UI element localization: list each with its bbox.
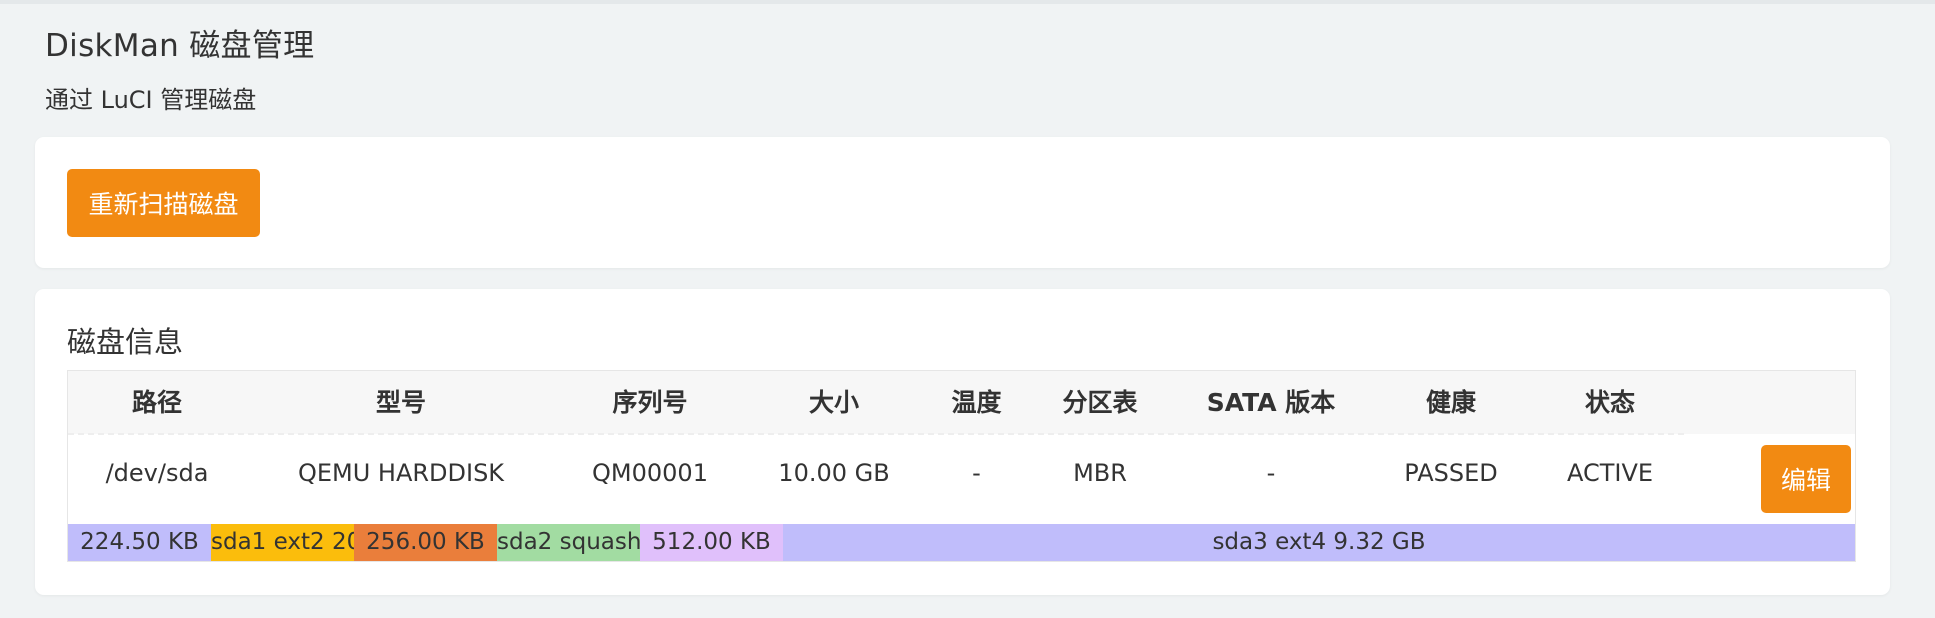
cell-path: /dev/sda [105, 459, 209, 487]
column-header-temperature: 温度 [951, 388, 1002, 417]
partition-segment[interactable]: sda1 ext2 20 [211, 524, 354, 561]
cell-serial: QM00001 [592, 459, 708, 487]
column-header-health: 健康 [1425, 388, 1476, 417]
column-header-sata-version: SATA 版本 [1206, 388, 1336, 417]
cell-size: 10.00 GB [778, 459, 890, 487]
column-header-serial: 序列号 [612, 388, 688, 417]
cell-health: PASSED [1404, 459, 1498, 487]
partition-segment[interactable]: 512.00 KB [640, 524, 783, 561]
column-header-path: 路径 [131, 388, 182, 417]
cell-temperature: - [972, 459, 981, 487]
section-title-disk-info: 磁盘信息 [67, 325, 184, 359]
disk-info-card: 磁盘信息 路径 型号 序列号 大小 温度 分区表 SATA 版本 健康 状态 /… [35, 289, 1890, 595]
partition-bar: 224.50 KB sda1 ext2 20 256.00 KB sda2 squas… [68, 524, 1855, 561]
partition-segment[interactable]: 256.00 KB [354, 524, 497, 561]
page-description: 通过 LuCI 管理磁盘 [45, 86, 257, 114]
partition-segment[interactable]: sda3 ext4 9.32 GB [783, 524, 1855, 561]
partition-segment[interactable]: 224.50 KB [68, 524, 211, 561]
rescan-card: 重新扫描磁盘 [35, 137, 1890, 268]
cell-partition-table: MBR [1073, 459, 1127, 487]
column-header-model: 型号 [375, 388, 426, 417]
top-strip [0, 0, 1935, 4]
disk-table: 路径 型号 序列号 大小 温度 分区表 SATA 版本 健康 状态 /dev/s… [67, 370, 1856, 562]
column-header-status: 状态 [1584, 388, 1635, 417]
cell-model: QEMU HARDDISK [297, 459, 505, 487]
cell-status: ACTIVE [1566, 459, 1654, 487]
header-divider [68, 433, 1688, 435]
page-title: DiskMan 磁盘管理 [45, 28, 315, 64]
edit-disk-button[interactable]: 编辑 [1761, 445, 1851, 513]
table-header-row: 路径 型号 序列号 大小 温度 分区表 SATA 版本 健康 状态 [68, 371, 1855, 435]
column-header-size: 大小 [808, 388, 859, 417]
cell-sata-version: - [1266, 459, 1276, 487]
partition-segment[interactable]: sda2 squash [497, 524, 640, 561]
column-header-partition-table: 分区表 [1062, 388, 1138, 417]
rescan-disks-button[interactable]: 重新扫描磁盘 [67, 169, 260, 237]
